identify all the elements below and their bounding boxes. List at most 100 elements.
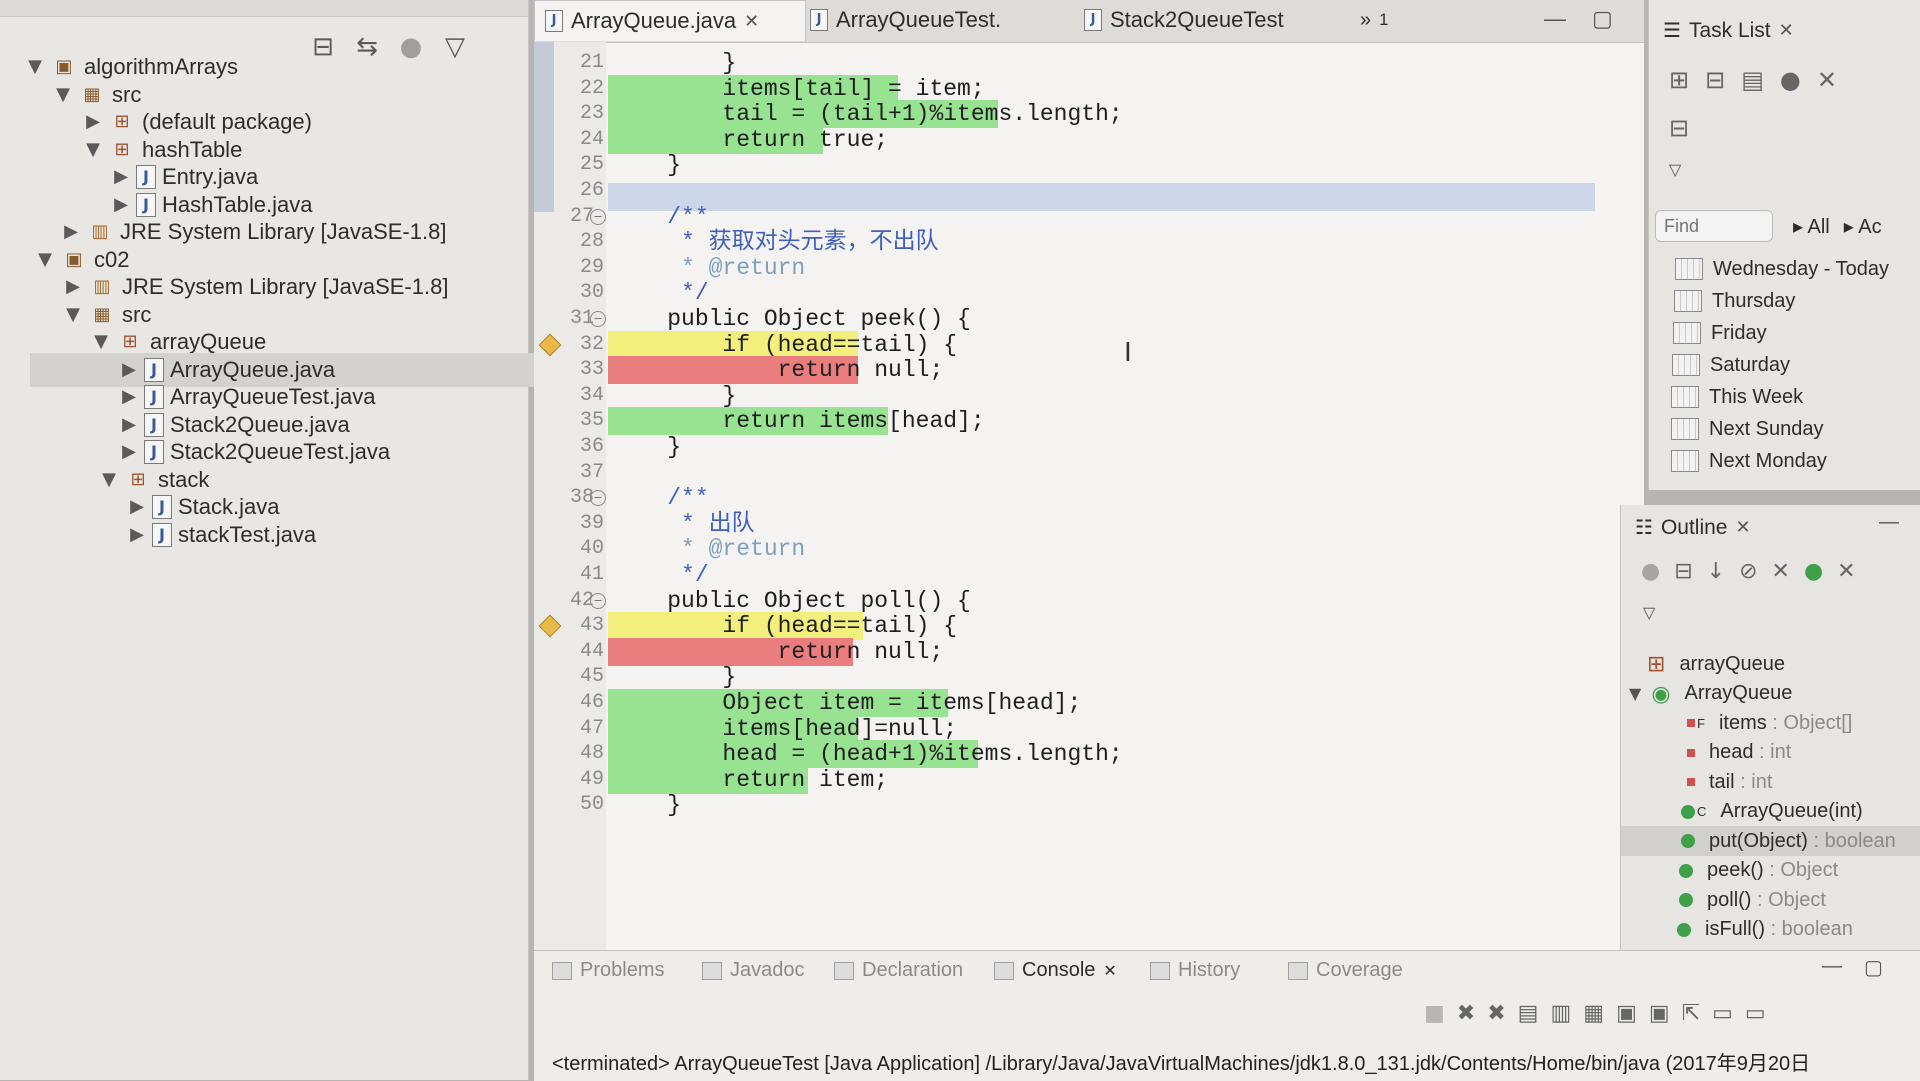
outline-icon: ☷ — [1635, 517, 1653, 539]
java-file-icon: J — [545, 10, 563, 32]
expanded-twisty-icon[interactable]: ▼ — [52, 78, 74, 112]
outline-item-label: ArrayQueue(int) — [1720, 800, 1863, 822]
tab-javadoc[interactable]: Javadoc — [702, 959, 805, 982]
sort-icon[interactable]: ↓ — [1707, 559, 1725, 584]
tab-problems[interactable]: Problems — [552, 959, 664, 982]
tab-overflow[interactable]: » 1 — [1350, 0, 1398, 40]
maximize-icon[interactable]: ▢ — [1592, 6, 1613, 32]
remove-all-icon[interactable]: ✖ — [1487, 1001, 1505, 1026]
close-icon[interactable]: ✕ — [1779, 20, 1794, 41]
collapse-all-icon[interactable]: ⊟ — [306, 30, 340, 64]
expanded-twisty-icon[interactable]: ▼ — [34, 243, 56, 277]
tab-arrayqueue-java[interactable]: J ArrayQueue.java ✕ — [534, 0, 806, 41]
scroll-lock-icon[interactable]: ▥ — [1550, 1001, 1571, 1026]
task-date-row[interactable]: Friday — [1673, 318, 1767, 348]
outline-item[interactable]: isFull() : boolean — [1677, 915, 1853, 945]
close-icon[interactable]: ✕ — [1735, 517, 1750, 538]
task-date-row[interactable]: Thursday — [1674, 286, 1795, 316]
fold-toggle-icon[interactable]: − — [590, 208, 606, 225]
task-find-input[interactable] — [1655, 210, 1773, 242]
outline-item-label: put(Object) — [1709, 829, 1808, 852]
scheduled-icon[interactable]: ▤ — [1741, 66, 1764, 94]
code-line[interactable]: } — [612, 150, 681, 180]
hide-nonpublic-icon[interactable]: ● — [1804, 559, 1823, 584]
open-console-icon[interactable]: ▭ — [1745, 1001, 1766, 1026]
java-file-icon: J — [1084, 9, 1102, 31]
word-wrap-icon[interactable]: ▦ — [1583, 1001, 1604, 1026]
close-icon[interactable]: ✕ — [744, 4, 759, 38]
expanded-twisty-icon[interactable]: ▼ — [62, 298, 84, 332]
outline-item[interactable]: C ArrayQueue(int) — [1681, 797, 1863, 827]
line-number: 50 — [579, 793, 604, 817]
console-status: <terminated> ArrayQueueTest [Java Applic… — [552, 1053, 1811, 1075]
tab-console[interactable]: Console ✕ — [994, 959, 1117, 982]
tab-history[interactable]: History — [1150, 959, 1240, 982]
remove-launch-icon[interactable]: ✖ — [1457, 1001, 1475, 1026]
focus-icon[interactable]: ● — [394, 30, 428, 64]
outline-item[interactable]: ▼ ◉ ArrayQueue — [1629, 679, 1792, 709]
task-date-row[interactable]: Next Sunday — [1671, 414, 1824, 444]
task-date-label: Next Sunday — [1709, 417, 1824, 440]
minimize-icon[interactable]: — — [1544, 6, 1566, 32]
expanded-twisty-icon[interactable]: ▼ — [24, 50, 46, 84]
explorer-title-strip — [0, 0, 528, 17]
outline-item[interactable]: ⊞ arrayQueue — [1647, 649, 1785, 679]
focus-icon[interactable]: ● — [1641, 559, 1660, 584]
outline-item[interactable]: put(Object) : boolean — [1621, 826, 1920, 856]
package-icon: ⊞ — [122, 331, 138, 352]
tab-stack2queuetest[interactable]: J Stack2QueueTest — [1074, 0, 1294, 40]
tab-arrayqueuetest[interactable]: J ArrayQueueTest. — [800, 0, 1011, 40]
link-editor-icon[interactable]: ⇆ — [350, 30, 384, 64]
terminate-icon[interactable]: ■ — [1424, 1001, 1445, 1026]
task-date-row[interactable]: This Week — [1671, 382, 1803, 412]
outline-item[interactable]: peek() : Object — [1679, 856, 1838, 886]
task-date-row[interactable]: Wednesday - Today — [1675, 254, 1889, 284]
show-on-error-icon[interactable]: ▣ — [1649, 1001, 1670, 1026]
view-menu-icon[interactable]: ▽ — [438, 30, 472, 64]
collapsed-twisty-icon[interactable]: ▶ — [126, 518, 148, 552]
focus-workweek-icon[interactable]: ● — [1780, 66, 1801, 94]
outline-item[interactable]: tail : int — [1687, 767, 1772, 797]
expanded-twisty-icon[interactable]: ▼ — [98, 463, 120, 497]
hide-static-icon[interactable]: ✕ — [1772, 559, 1790, 584]
display-console-icon[interactable]: ▭ — [1712, 1001, 1733, 1026]
clear-console-icon[interactable]: ▤ — [1518, 1001, 1539, 1026]
fold-toggle-icon[interactable]: − — [590, 311, 606, 327]
public-method-icon — [1679, 893, 1693, 907]
task-date-row[interactable]: Next Monday — [1671, 446, 1827, 476]
new-task-icon[interactable]: ⊞ — [1669, 66, 1689, 94]
outline-item[interactable]: Fitems : Object[] — [1687, 708, 1852, 738]
tree-item[interactable]: ▶ JstackTest.java — [126, 518, 316, 552]
code-line[interactable]: } — [612, 432, 681, 462]
outline-header: ☷ Outline ✕ — [1635, 515, 1751, 540]
collapse-all-icon[interactable]: ⊟ — [1674, 559, 1692, 584]
show-on-output-icon[interactable]: ▣ — [1616, 1001, 1637, 1026]
task-date-row[interactable]: Saturday — [1672, 350, 1790, 380]
fold-toggle-icon[interactable]: − — [590, 592, 606, 609]
view-menu-icon[interactable]: ▽ — [1669, 160, 1681, 180]
pin-console-icon[interactable]: ⇱ — [1682, 1001, 1700, 1026]
outline-item-label: tail — [1709, 770, 1735, 793]
filter-activate[interactable]: ▸ Ac — [1844, 214, 1882, 239]
minimize-icon[interactable]: — — [1822, 955, 1842, 978]
categorize-icon[interactable]: ⊟ — [1705, 66, 1725, 94]
view-menu-icon[interactable]: ▽ — [1643, 603, 1655, 623]
library-icon: ▥ — [91, 221, 109, 242]
tab-coverage[interactable]: Coverage — [1288, 959, 1403, 982]
tab-label: Javadoc — [730, 959, 805, 981]
maximize-icon[interactable]: ▢ — [1864, 955, 1883, 980]
hide-fields-icon[interactable]: ⊘ — [1739, 559, 1757, 584]
tab-declaration[interactable]: Declaration — [834, 959, 963, 982]
code-line[interactable]: } — [612, 790, 681, 820]
outline-item[interactable]: head : int — [1687, 738, 1791, 768]
hide-local-types-icon[interactable]: ✕ — [1837, 559, 1855, 584]
collapse-icon[interactable]: ⊟ — [1669, 114, 1689, 143]
minimize-icon[interactable]: — — [1879, 511, 1899, 534]
outline-item[interactable]: poll() : Object — [1679, 885, 1826, 915]
outline-item-type: : boolean — [1807, 829, 1896, 852]
expanded-twisty-icon[interactable]: ▼ — [1629, 684, 1641, 703]
expanded-twisty-icon[interactable]: ▼ — [82, 133, 104, 167]
remove-icon[interactable]: ✕ — [1817, 66, 1837, 94]
filter-all[interactable]: ▸ All — [1793, 214, 1830, 239]
close-icon[interactable]: ✕ — [1103, 961, 1116, 981]
